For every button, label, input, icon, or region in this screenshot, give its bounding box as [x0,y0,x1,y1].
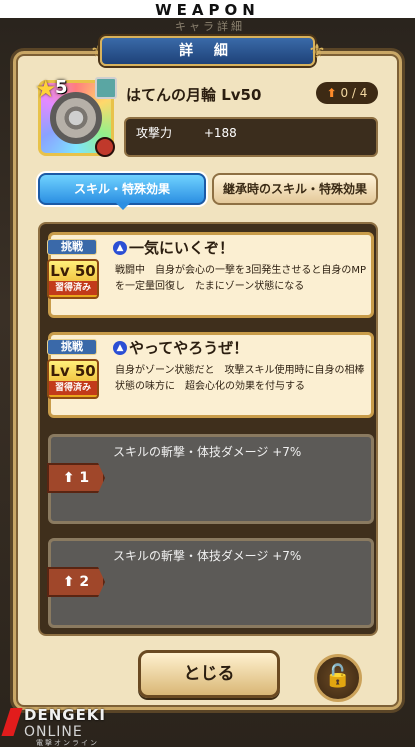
locked-effect-card: スキルの斬撃・体技ダメージ +7% ⬆ 1 [47,434,374,524]
watermark: DENGEKI ONLINE 電撃オンライン [1,706,136,747]
lock-icon: 🔓 [324,664,352,689]
learned-label: 習得済み [49,381,97,395]
unlock-level-badge: ⬆ 1 [47,463,105,493]
skill-name: 一気にいくぞ！ [129,239,235,257]
item-icon[interactable]: ★ 5 [35,75,117,157]
watermark-sub: 電撃オンライン [36,739,99,747]
up-arrow-icon: ⬆ [326,86,337,100]
level-badge: Lv 50 習得済み [47,259,99,299]
background-header-text: キャラ詳細 [175,20,245,33]
skill-description: 自身がゾーン状態だと 攻撃スキル使用時に自身の相棒状態の味方に 超会心化の効果を… [115,365,365,392]
lock-button[interactable]: 🔓 [314,654,362,702]
dialog-title: 詳 細 [179,43,236,59]
level-text: Lv 50 [50,262,96,280]
dialog-title-plate: 詳 細 [100,36,315,66]
stat-box: 攻撃力 +188 [124,117,378,157]
rarity-value: 5 [55,77,68,98]
skill-type-icon: ▲ [113,341,127,355]
locked-effect-text: スキルの斬撃・体技ダメージ +7% [113,549,302,563]
level-badge: Lv 50 習得済み [47,359,99,399]
skill-type-icon: ▲ [113,241,127,255]
wheel-weapon-icon [50,92,102,144]
element-icon [95,137,115,157]
skill-description: 戦闘中 自身が会心の一撃を3回発生させると自身のMPを一定量回復し たまにゾーン… [115,265,367,292]
challenge-badge: 挑戦 [47,339,97,355]
star-icon: ★ [35,75,57,103]
banner-title: WEAPON [155,1,260,19]
stat-label: 攻撃力 [136,126,173,140]
tab-skills[interactable]: スキル・特殊効果 [38,173,206,205]
skill-list[interactable]: 挑戦 Lv 50 習得済み ▲ 一気にいくぞ！ 戦闘中 自身が会心の一撃を3回発… [38,222,378,636]
unlock-level-badge: ⬆ 2 [47,567,105,597]
upgrade-count: 0 / 4 [340,86,368,100]
close-button[interactable]: とじる [138,650,280,698]
top-banner: WEAPON [0,0,415,19]
locked-effect-text: スキルの斬撃・体技ダメージ +7% [113,445,302,459]
level-text: Lv 50 [50,362,96,380]
active-tab-indicator [116,203,130,210]
skill-card: 挑戦 Lv 50 習得済み ▲ やってやろうぜ！ 自身がゾーン状態だと 攻撃スキ… [47,332,374,418]
tab-inherited-skills[interactable]: 継承時のスキル・特殊効果 [212,173,378,205]
item-name: はてんの月輪 Lv50 [126,86,262,104]
stat-value: +188 [203,126,237,140]
locked-effect-card: スキルの斬撃・体技ダメージ +7% ⬆ 2 [47,538,374,628]
fleur-right-icon: ⚜ [308,39,326,63]
skill-name: やってやろうぜ！ [129,339,249,357]
upgrade-badge: ⬆ 0 / 4 [316,82,378,104]
learned-label: 習得済み [49,281,97,295]
challenge-badge: 挑戦 [47,239,97,255]
skill-card: 挑戦 Lv 50 習得済み ▲ 一気にいくぞ！ 戦闘中 自身が会心の一撃を3回発… [47,232,374,318]
watermark-line1: DENGEKI [24,706,107,724]
avatar-icon [95,77,117,99]
